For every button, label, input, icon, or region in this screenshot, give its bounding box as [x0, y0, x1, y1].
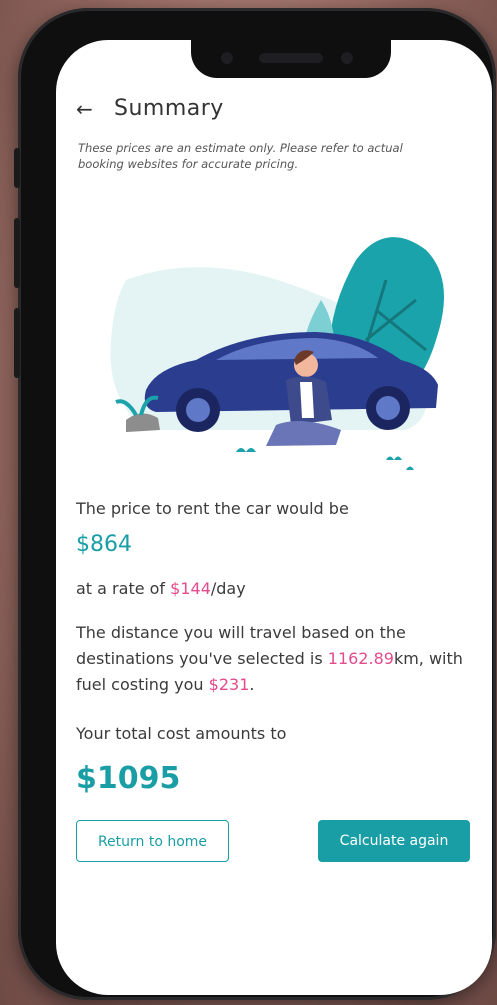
grass-tuft-3 [406, 466, 414, 470]
arrow-left-icon[interactable]: ← [76, 97, 100, 121]
distance-unit: km, [393, 649, 424, 668]
calculate-again-button[interactable]: Calculate again [318, 820, 470, 862]
grass-tuft-2 [386, 456, 402, 460]
mute-switch [14, 148, 20, 188]
page-title: Summary [114, 96, 224, 121]
distance-text: The distance you will travel based on th… [76, 620, 472, 698]
distance-value: 1162.89 [327, 649, 394, 668]
daily-rate: $144 [170, 579, 211, 598]
wheel-front-rim [186, 398, 210, 422]
rental-rate-line: at a rate of $144/day [76, 576, 472, 602]
return-home-button[interactable]: Return to home [76, 820, 229, 862]
car-illustration [110, 237, 444, 470]
page-header: ← Summary [76, 96, 224, 121]
phone-frame: ← Summary These prices are an estimate o… [14, 8, 496, 1000]
total-label: Your total cost amounts to [76, 724, 287, 743]
total-cost: $1095 [76, 761, 181, 796]
grass-tuft-1 [236, 448, 256, 452]
person-shirt [300, 382, 314, 418]
speaker-icon [259, 53, 323, 63]
volume-up-button [14, 218, 20, 288]
disclaimer-text: These prices are an estimate only. Pleas… [78, 141, 403, 171]
sensor-icon [221, 52, 233, 64]
camera-icon [341, 52, 353, 64]
screen: ← Summary These prices are an estimate o… [56, 40, 492, 995]
volume-down-button [14, 308, 20, 378]
fuel-suffix: . [249, 675, 255, 694]
notch [191, 40, 391, 78]
rate-suffix: /day [210, 579, 246, 598]
wheel-rear-rim [376, 396, 400, 420]
rental-intro-text: The price to rent the car would be [76, 499, 349, 518]
fuel-cost: $231 [208, 675, 250, 694]
rate-prefix: at a rate of [76, 579, 171, 598]
rental-price: $864 [76, 532, 132, 557]
